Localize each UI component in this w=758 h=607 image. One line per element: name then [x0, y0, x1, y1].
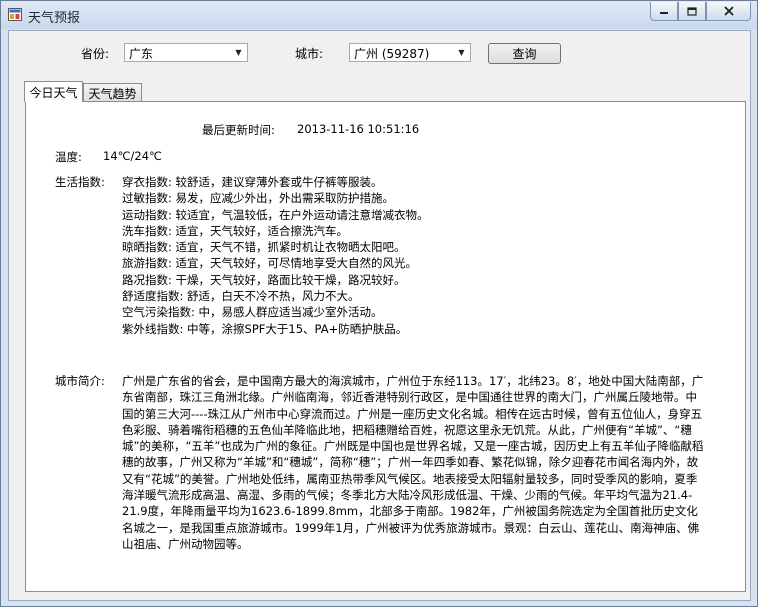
- title-bar[interactable]: 天气预报: [1, 1, 757, 29]
- maximize-button[interactable]: [678, 2, 706, 21]
- chevron-down-icon: ▼: [235, 48, 242, 57]
- tab-trend[interactable]: 天气趋势: [83, 83, 142, 102]
- list-item: 运动指数: 较适宜，气温较低，在户外运动请注意增减衣物。: [122, 207, 429, 222]
- query-button[interactable]: 查询: [488, 43, 561, 64]
- province-value: 广东: [129, 47, 154, 61]
- minimize-icon: [660, 12, 668, 14]
- temperature-value: 14℃/24℃: [103, 149, 162, 163]
- close-icon: [723, 6, 734, 16]
- list-item: 紫外线指数: 中等，涂擦SPF大于15、PA+防晒护肤品。: [122, 321, 408, 336]
- city-label: 城市:: [295, 47, 324, 61]
- update-time-value: 2013-11-16 10:51:16: [297, 122, 420, 136]
- city-intro-text: 广州是广东省的省会，是中国南方最大的海滨城市，广州位于东经113。17′，北纬2…: [122, 374, 704, 551]
- app-window: 天气预报 省份: 广东 ▼ 城市: 广州 (59287) ▼ 查询 今日天气 天…: [0, 0, 758, 607]
- list-item: 洗车指数: 适宜，天气较好，适合擦洗汽车。: [122, 223, 349, 238]
- city-select[interactable]: 广州 (59287) ▼: [349, 43, 471, 62]
- province-select[interactable]: 广东 ▼: [124, 43, 248, 62]
- list-item: 旅游指数: 适宜，天气较好，可尽情地享受大自然的风光。: [122, 256, 418, 271]
- temperature-label: 温度:: [55, 150, 82, 164]
- city-value: 广州 (59287): [354, 47, 430, 61]
- province-label: 省份:: [81, 47, 110, 61]
- life-index-label: 生活指数:: [55, 175, 105, 189]
- minimize-button[interactable]: [650, 2, 678, 21]
- list-item: 路况指数: 干燥，天气较好，路面比较干燥，路况较好。: [122, 272, 406, 287]
- tab-today[interactable]: 今日天气: [24, 81, 83, 102]
- list-item: 空气污染指数: 中，易感人群应适当减少室外活动。: [122, 305, 383, 320]
- close-button[interactable]: [706, 2, 751, 21]
- tab-page-today: 最后更新时间: 2013-11-16 10:51:16 温度: 14℃/24℃ …: [25, 101, 746, 592]
- list-item: 舒适度指数: 舒适，白天不冷不热，风力不大。: [122, 289, 360, 304]
- list-item: 穿衣指数: 较舒适，建议穿薄外套或牛仔裤等服装。: [122, 175, 383, 189]
- city-intro-label: 城市简介:: [55, 374, 105, 388]
- chevron-down-icon: ▼: [458, 48, 465, 57]
- maximize-icon: [687, 6, 697, 16]
- window-icon: [8, 8, 22, 21]
- window-title: 天气预报: [28, 11, 81, 26]
- list-item: 晾晒指数: 适宜，天气不错，抓紧时机让衣物晒太阳吧。: [122, 240, 406, 255]
- client-area: 省份: 广东 ▼ 城市: 广州 (59287) ▼ 查询 今日天气 天气趋势 最…: [8, 30, 751, 601]
- update-time-label: 最后更新时间:: [202, 123, 275, 137]
- list-item: 过敏指数: 易发，应减少外出，外出需采取防护措施。: [122, 191, 395, 206]
- life-index-list: 穿衣指数: 较舒适，建议穿薄外套或牛仔裤等服装。 过敏指数: 易发，应减少外出，…: [122, 174, 429, 337]
